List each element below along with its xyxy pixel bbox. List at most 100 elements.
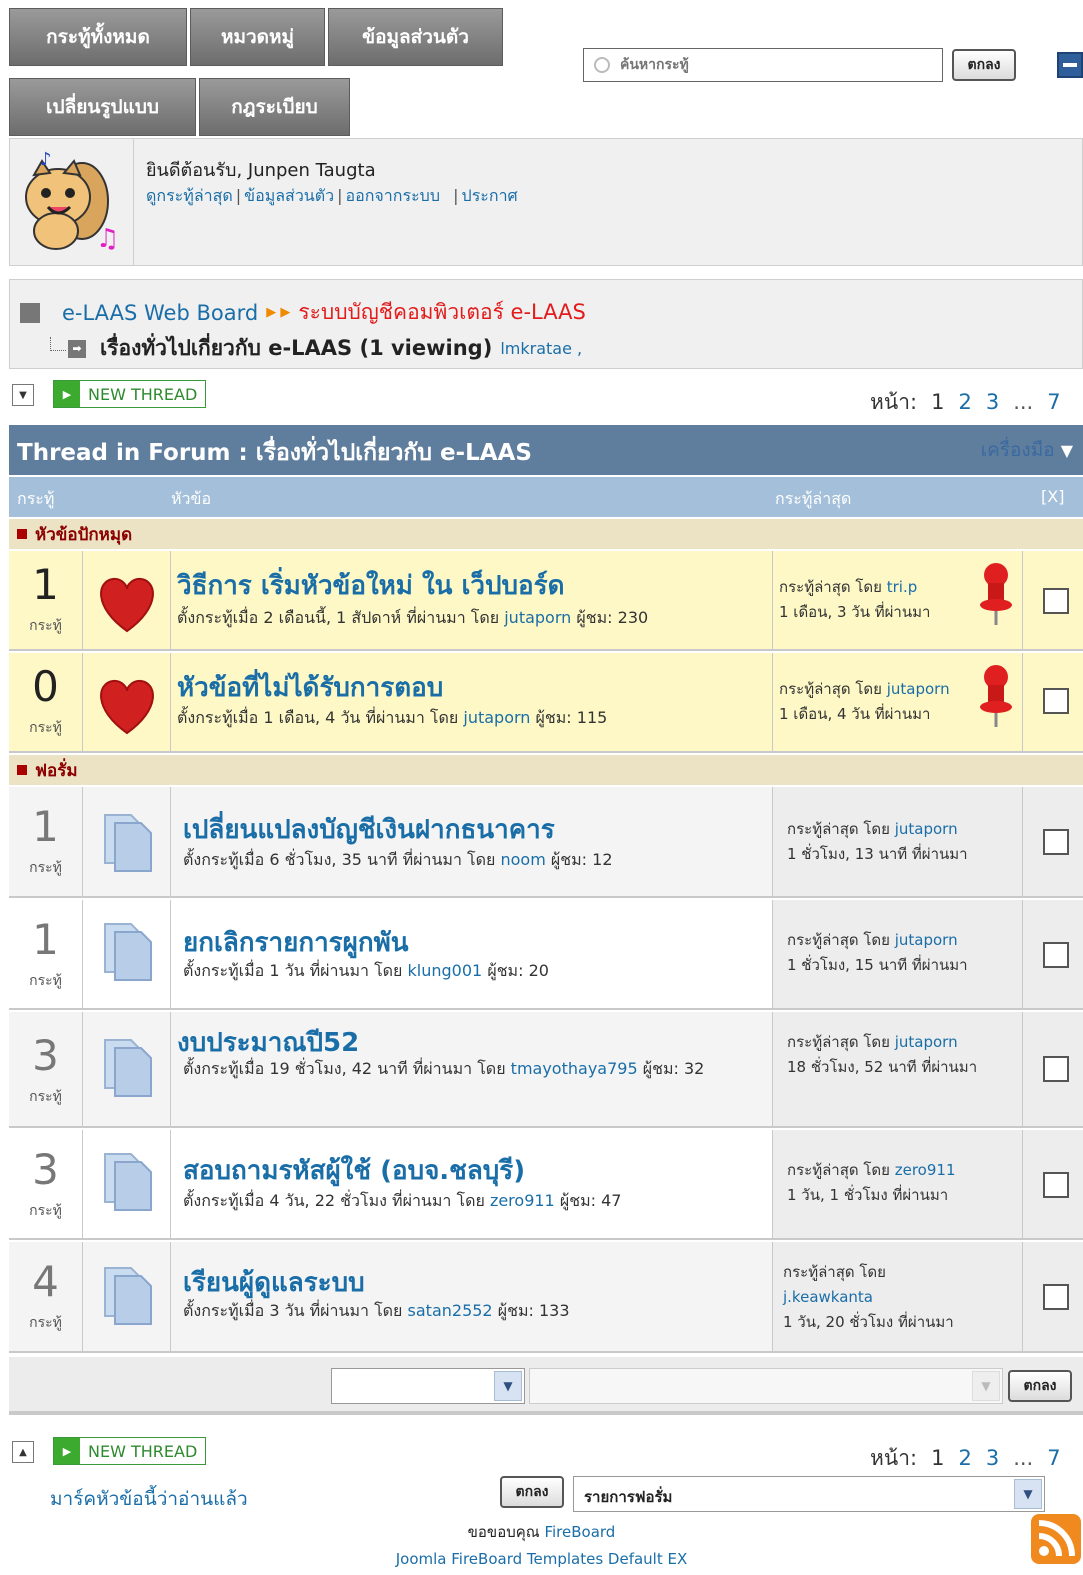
- rss-icon[interactable]: [1031, 1514, 1081, 1564]
- page-7[interactable]: 7: [1047, 1446, 1060, 1470]
- author-link[interactable]: klung001: [408, 961, 483, 980]
- col-select: [X]: [1041, 487, 1065, 506]
- col-threads: กระทู้: [17, 489, 55, 508]
- credits: ขอขอบคุณ FireBoard: [467, 1523, 616, 1541]
- bulk-action-select[interactable]: ▼: [331, 1368, 525, 1404]
- fireboard-link[interactable]: FireBoard: [544, 1523, 615, 1541]
- new-thread-button-bottom[interactable]: ▶ NEW THREAD: [53, 1437, 207, 1465]
- viewer-link[interactable]: lmkratae ,: [500, 339, 582, 358]
- new-thread-button[interactable]: ▶ NEW THREAD: [53, 380, 207, 408]
- collapse-toggle-icon[interactable]: ▲: [12, 1441, 34, 1463]
- heart-icon: [100, 679, 154, 735]
- last-post-user[interactable]: jutaporn: [895, 931, 958, 949]
- thread-checkbox[interactable]: [1043, 942, 1069, 968]
- last-post-user[interactable]: zero911: [895, 1161, 956, 1179]
- document-icon: [104, 814, 152, 872]
- breadcrumb-root[interactable]: e-LAAS Web Board: [62, 301, 258, 325]
- thread-checkbox[interactable]: [1043, 829, 1069, 855]
- last-post-user[interactable]: jutaporn: [895, 1033, 958, 1051]
- author-link[interactable]: jutaporn: [463, 708, 530, 727]
- last-post-user[interactable]: jutaporn: [887, 680, 950, 698]
- author-link[interactable]: jutaporn: [504, 608, 571, 627]
- mark-read-link[interactable]: มาร์คหัวข้อนี้ว่าอ่านแล้ว: [50, 1484, 248, 1514]
- play-icon: ▶: [54, 381, 80, 407]
- tab-profile[interactable]: ข้อมูลส่วนตัว: [328, 8, 503, 66]
- thread-checkbox[interactable]: [1043, 1284, 1069, 1310]
- svg-text:♪: ♪: [40, 149, 52, 170]
- search-button[interactable]: ตกลง: [952, 49, 1016, 81]
- page-3[interactable]: 3: [986, 1446, 999, 1470]
- thread-title[interactable]: เปลี่ยนแปลงบัญชีเงินฝากธนาคาร: [183, 809, 555, 850]
- svg-text:♫: ♫: [96, 224, 119, 254]
- welcome-text: ยินดีต้อนรับ, Junpen Taugta: [146, 160, 376, 181]
- page-title: Thread in Forum : เรื่องทั่วไปเกี่ยวกับ …: [17, 440, 532, 466]
- play-icon: ▶: [54, 1438, 80, 1464]
- template-credit: Joomla FireBoard Templates Default EX: [0, 1550, 1083, 1568]
- forum-arrow-icon: ➡: [68, 339, 86, 358]
- last-post-user[interactable]: j.keawkanta: [783, 1288, 873, 1306]
- table-row: 0 กระทู้ หัวข้อที่ไม่ได้รับการตอบ ตั้งกระ…: [9, 653, 1083, 753]
- last-post-user[interactable]: jutaporn: [895, 820, 958, 838]
- search-input[interactable]: [618, 56, 918, 74]
- breadcrumb-arrow-icon: ▶ ▶: [266, 305, 291, 320]
- tab-categories[interactable]: หมวดหมู่: [190, 8, 325, 66]
- forum-table-header: Thread in Forum : เรื่องทั่วไปเกี่ยวกับ …: [9, 425, 1083, 475]
- thread-title[interactable]: หัวข้อที่ไม่ได้รับการตอบ: [177, 667, 443, 708]
- tools-menu[interactable]: เครื่องมือ ▼: [981, 435, 1073, 465]
- page-1: 1: [931, 390, 945, 414]
- table-row: 1 กระทู้ เปลี่ยนแปลงบัญชีเงินฝากธนาคาร ตั…: [9, 787, 1083, 898]
- page-7[interactable]: 7: [1047, 390, 1060, 414]
- thread-checkbox[interactable]: [1043, 688, 1069, 714]
- table-row: 3 กระทู้ สอบถามรหัสผู้ใช้ (อบจ.ชลบุรี) ตั…: [9, 1130, 1083, 1240]
- link-latest-threads[interactable]: ดูกระทู้ล่าสุด: [146, 186, 233, 205]
- pin-icon: [980, 563, 1012, 625]
- breadcrumb: e-LAAS Web Board ▶ ▶ ระบบบัญชีคอมพิวเตอร…: [9, 279, 1083, 369]
- thread-checkbox[interactable]: [1043, 1172, 1069, 1198]
- avatar: ♫ ♪: [10, 139, 134, 265]
- tab-change-style[interactable]: เปลี่ยนรูปแบบ: [9, 78, 196, 136]
- author-link[interactable]: tmayothaya795: [511, 1059, 638, 1078]
- user-panel: ♫ ♪ ยินดีต้อนรับ, Junpen Taugta ดูกระทู้…: [9, 138, 1083, 266]
- template-link[interactable]: Joomla FireBoard Templates Default EX: [396, 1550, 688, 1568]
- go-button[interactable]: ตกลง: [500, 1476, 564, 1508]
- bulk-action-bar: ▼ ▼ ตกลง: [9, 1357, 1083, 1415]
- expand-toggle-icon[interactable]: ▼: [12, 384, 34, 406]
- page-3[interactable]: 3: [986, 390, 999, 414]
- author-link[interactable]: noom: [500, 850, 545, 869]
- last-post-user[interactable]: tri.p: [887, 578, 918, 596]
- link-profile[interactable]: ข้อมูลส่วนตัว: [244, 186, 334, 205]
- document-icon: [104, 1153, 152, 1211]
- link-logout[interactable]: ออกจากระบบ: [346, 186, 440, 205]
- document-icon: [104, 1267, 152, 1325]
- search-icon: [594, 57, 610, 73]
- breadcrumb-category[interactable]: ระบบบัญชีคอมพิวเตอร์ e-LAAS: [298, 296, 586, 329]
- link-announcements[interactable]: ประกาศ: [462, 186, 518, 205]
- search-field[interactable]: [583, 48, 943, 82]
- chevron-down-icon: ▼: [972, 1371, 1000, 1401]
- bulk-submit-button[interactable]: ตกลง: [1008, 1370, 1072, 1402]
- author-link[interactable]: satan2552: [408, 1301, 493, 1320]
- table-row: 1 กระทู้ ยกเลิกรายการผูกพัน ตั้งกระทู้เมื…: [9, 900, 1083, 1010]
- board-icon: [20, 302, 40, 323]
- pagination-top: หน้า: 1 2 3 ... 7: [870, 390, 1061, 414]
- chevron-down-icon: ▼: [494, 1371, 522, 1401]
- page-2[interactable]: 2: [958, 390, 971, 414]
- thread-title[interactable]: สอบถามรหัสผู้ใช้ (อบจ.ชลบุรี): [183, 1150, 525, 1191]
- pin-icon: [980, 665, 1012, 727]
- tab-all-threads[interactable]: กระทู้ทั้งหมด: [9, 8, 187, 66]
- thread-checkbox[interactable]: [1043, 1056, 1069, 1082]
- pagination-bottom: หน้า: 1 2 3 ... 7: [870, 1446, 1061, 1470]
- document-icon: [104, 923, 152, 981]
- col-last-post: กระทู้ล่าสุด: [775, 489, 852, 508]
- thread-title[interactable]: วิธีการ เริ่มหัวข้อใหม่ ใน เว็ปบอร์ด: [177, 565, 564, 606]
- page-2[interactable]: 2: [958, 1446, 971, 1470]
- thread-checkbox[interactable]: [1043, 588, 1069, 614]
- forum-jump-select[interactable]: รายการฟอรั่ม ▼: [573, 1476, 1045, 1512]
- section-sticky: หัวข้อปักหมุด: [9, 519, 1083, 549]
- author-link[interactable]: zero911: [490, 1191, 555, 1210]
- page-1: 1: [931, 1446, 945, 1470]
- move-target-select[interactable]: ▼: [529, 1368, 1003, 1404]
- tab-rules[interactable]: กฎระเบียบ: [199, 78, 350, 136]
- breadcrumb-forum: เรื่องทั่วไปเกี่ยวกับ e-LAAS (1 viewing): [100, 336, 493, 360]
- collapse-icon[interactable]: [1057, 52, 1083, 78]
